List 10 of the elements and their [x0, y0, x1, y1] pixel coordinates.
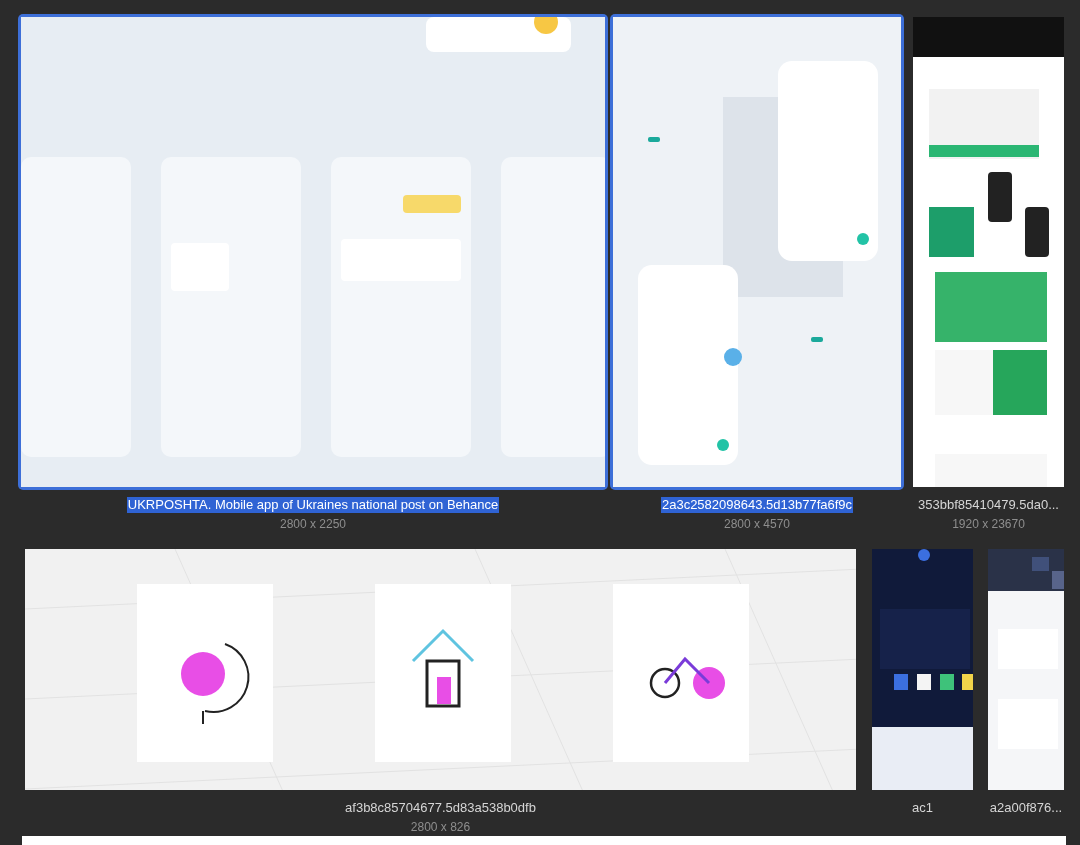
file-name: af3b8c85704677.5d83a538b0dfb [345, 800, 536, 816]
file-name: 2a3c2582098643.5d13b77fa6f9c [660, 497, 854, 513]
image-dimensions: 1920 x 23670 [952, 517, 1025, 532]
image-dimensions: 2800 x 826 [410, 820, 471, 835]
file-name: a2a00f876... [989, 800, 1063, 816]
file-name: 353bbf85410479.5da0... [918, 497, 1059, 513]
image-dimensions: 2800 x 2250 [279, 517, 347, 532]
file-name: UKRPOSHTA. Mobile app of Ukraines national post on Behance [126, 497, 500, 513]
file-name: ac1 [912, 800, 933, 816]
image-dimensions: 2800 x 4570 [723, 517, 791, 532]
